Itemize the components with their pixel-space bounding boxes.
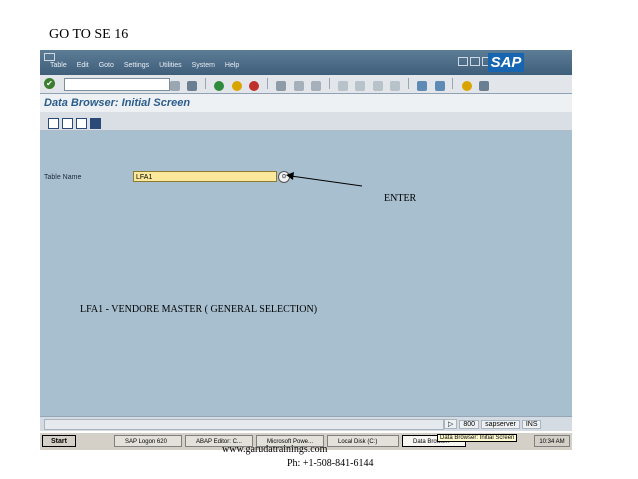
enter-annotation: ENTER (384, 193, 417, 204)
description-text: LFA1 - VENDORE MASTER ( GENERAL SELECTIO… (80, 304, 318, 315)
phone-text: Ph: +1-508-841-6144 (287, 458, 374, 469)
maximize-icon[interactable] (470, 57, 480, 66)
menu-edit[interactable]: Edit (77, 62, 89, 69)
table-name-label: Table Name (44, 174, 82, 181)
client-badge: 800 (459, 420, 480, 429)
command-field[interactable] (64, 78, 170, 91)
find-next-icon[interactable] (311, 81, 322, 91)
menu-bar: Table Edit Goto Settings Utilities Syste… (40, 50, 572, 75)
next-page-icon[interactable] (372, 81, 383, 91)
menu-utilities[interactable]: Utilities (159, 62, 182, 69)
task-local-disk[interactable]: Local Disk (C:) (327, 435, 399, 447)
table-name-input[interactable]: LFA1 (133, 171, 277, 182)
status-arrow-icon[interactable]: ▷ (444, 419, 458, 429)
display-icon[interactable] (76, 118, 87, 129)
slide-title: GO TO SE 16 (49, 27, 129, 42)
minimize-icon[interactable] (458, 57, 468, 66)
new-entries-icon[interactable] (62, 118, 73, 129)
exit-icon[interactable] (231, 81, 242, 91)
sap-window: Table Edit Goto Settings Utilities Syste… (40, 50, 572, 431)
screen-title: Data Browser: Initial Screen (44, 97, 191, 109)
server-badge: sapserver (481, 420, 520, 429)
check-icon[interactable]: ✔ (44, 78, 55, 89)
print-icon[interactable] (276, 81, 287, 91)
previous-page-icon[interactable] (355, 81, 366, 91)
menu-settings[interactable]: Settings (124, 62, 149, 69)
status-message (44, 419, 444, 430)
status-bar: ▷ 800 sapserver INS (40, 416, 572, 431)
possible-entries-icon[interactable]: ⊙ (278, 171, 290, 183)
application-toolbar (40, 112, 572, 131)
back-arrow-icon[interactable] (170, 81, 180, 91)
create-session-icon[interactable] (417, 81, 428, 91)
mode-badge: INS (521, 420, 542, 429)
menu-goto[interactable]: Goto (99, 62, 114, 69)
screen-title-bar: Data Browser: Initial Screen (40, 94, 572, 112)
standard-toolbar: ✔ (40, 75, 572, 94)
layout-menu-icon[interactable] (479, 81, 490, 91)
info-icon[interactable] (90, 118, 101, 129)
last-page-icon[interactable] (390, 81, 401, 91)
save-icon[interactable] (187, 81, 198, 91)
find-icon[interactable] (293, 81, 304, 91)
first-page-icon[interactable] (337, 81, 348, 91)
system-menu-icon[interactable] (44, 53, 55, 61)
table-contents-icon[interactable] (48, 118, 59, 129)
menu-system[interactable]: System (192, 62, 215, 69)
cancel-icon[interactable] (249, 81, 260, 91)
sap-logo: SAP (488, 53, 524, 72)
website-text: www.garudatrainings.com (222, 444, 328, 455)
shortcut-icon[interactable] (434, 81, 445, 91)
start-button[interactable]: Start (42, 435, 76, 447)
taskbar-tooltip: Data Browser: Initial Screen (437, 434, 518, 442)
back-icon[interactable] (214, 81, 225, 91)
help-icon[interactable] (461, 81, 472, 91)
clock: 10:34 AM (534, 435, 570, 447)
task-sap-logon[interactable]: SAP Logon 620 (114, 435, 182, 447)
menu-help[interactable]: Help (225, 62, 239, 69)
menu-table[interactable]: Table (50, 62, 67, 69)
